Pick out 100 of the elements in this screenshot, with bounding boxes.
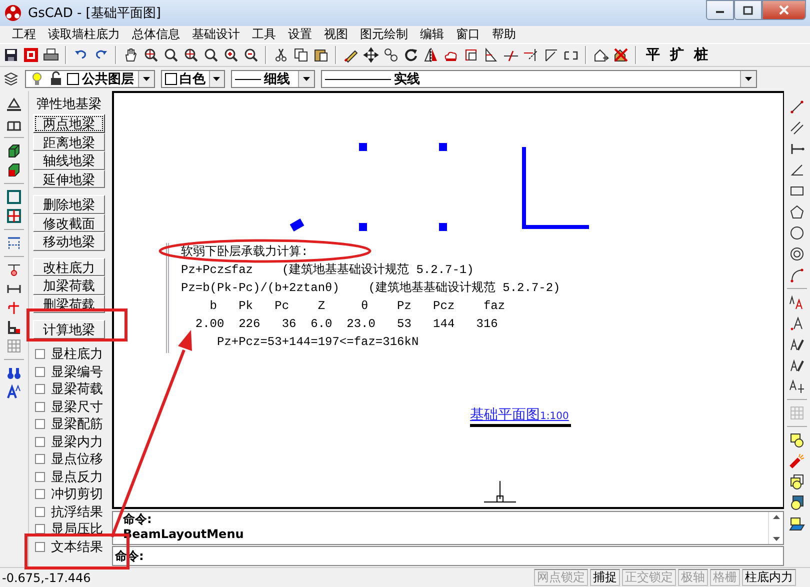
minimize-button[interactable] (706, 0, 734, 20)
checkbox[interactable] (35, 419, 45, 430)
letter-move-icon[interactable] (789, 378, 805, 394)
color-dropdown[interactable]: 白色 (161, 70, 225, 88)
zoom-window-icon[interactable] (143, 47, 159, 63)
checkbox[interactable] (35, 402, 45, 412)
checkbox[interactable] (35, 436, 45, 447)
beam-command-button[interactable]: 两点地梁 (33, 114, 105, 132)
status-toggle[interactable]: 捕捉 (590, 569, 620, 586)
checkbox[interactable] (35, 506, 45, 517)
zoom-out-icon[interactable] (243, 47, 259, 63)
node-circles-icon[interactable] (383, 47, 399, 63)
toolbar-button[interactable]: 桩 (691, 46, 711, 64)
dynamite-icon[interactable] (789, 453, 805, 469)
pentagon-icon[interactable] (789, 204, 805, 220)
column-base-icon[interactable] (6, 97, 22, 113)
beam-block-icon[interactable] (6, 162, 22, 178)
beam-command-button[interactable]: 距离地梁 (33, 132, 105, 151)
step-shape-icon[interactable] (6, 319, 22, 335)
menu-item[interactable]: 编辑 (414, 26, 450, 43)
checkbox[interactable] (35, 472, 45, 482)
window-circle-icon[interactable] (789, 432, 805, 448)
rotate-icon[interactable] (403, 47, 419, 63)
line-extend-icon[interactable] (523, 47, 539, 63)
clipboard-icon[interactable] (313, 47, 329, 63)
letter-size-icon[interactable] (789, 294, 805, 310)
square-icon[interactable] (463, 47, 479, 63)
beam-command-button[interactable]: 加梁荷载 (33, 276, 105, 294)
app-window-icon[interactable] (23, 47, 39, 63)
checkbox[interactable] (35, 542, 45, 552)
beam-command-button[interactable]: 轴线地梁 (33, 151, 105, 170)
folder-circle-icon[interactable] (789, 516, 805, 532)
line-type-dropdown[interactable]: 实线 (321, 70, 757, 88)
letter-pencil-icon[interactable] (789, 357, 805, 373)
menu-item[interactable]: 图元绘制 (354, 26, 414, 43)
checkbox[interactable] (35, 454, 45, 464)
move-icon[interactable] (363, 47, 379, 63)
menu-item[interactable]: 工程 (6, 26, 42, 43)
angle-icon[interactable] (789, 162, 805, 178)
copy-icon[interactable] (293, 47, 309, 63)
perpendicular-icon[interactable] (789, 141, 805, 157)
parallel-lines-icon[interactable] (789, 120, 805, 136)
toolbar-button[interactable]: 扩 (667, 46, 687, 64)
maximize-button[interactable] (734, 0, 762, 20)
zoom-window-icon[interactable] (183, 47, 199, 63)
triangle-icon[interactable] (483, 47, 499, 63)
dimension-pin-icon[interactable] (6, 262, 22, 278)
beam-command-button[interactable]: 计算地梁 (33, 320, 105, 338)
menu-item[interactable]: 总体信息 (126, 26, 186, 43)
scroll-up-arrow-icon[interactable] (772, 515, 780, 519)
maximize-icon[interactable] (743, 6, 753, 14)
printer-icon[interactable] (43, 47, 59, 63)
document-circle-icon[interactable] (789, 474, 805, 490)
menu-item[interactable]: 工具 (246, 26, 282, 43)
letter-pencil-icon[interactable] (789, 336, 805, 352)
menu-item[interactable]: 读取墙柱底力 (42, 26, 126, 43)
beam-block-icon[interactable] (6, 143, 22, 159)
concentric-circles-icon[interactable] (789, 246, 805, 262)
scroll-down-arrow-icon[interactable] (772, 537, 780, 541)
checkbox[interactable] (35, 489, 45, 500)
dashed-lines-icon[interactable] (6, 235, 22, 251)
house-arrow-icon[interactable] (593, 47, 609, 63)
scissors-icon[interactable] (273, 47, 289, 63)
menu-item[interactable]: 窗口 (450, 26, 486, 43)
magnifier-icon[interactable] (203, 47, 219, 63)
zoom-in-icon[interactable] (223, 47, 239, 63)
toolbar-button[interactable]: 平 (643, 46, 663, 64)
checkbox[interactable] (35, 349, 45, 360)
close-button[interactable] (762, 0, 806, 20)
letter-insert-icon[interactable] (789, 315, 805, 331)
scrollbar[interactable] (768, 512, 783, 544)
rectangle-icon[interactable] (6, 189, 22, 205)
cross-mark-icon[interactable] (6, 300, 22, 316)
disk-circle-icon[interactable] (789, 495, 805, 511)
arc-icon[interactable] (789, 267, 805, 283)
layers-icon[interactable] (3, 71, 19, 87)
split-rectangle-icon[interactable] (6, 208, 22, 224)
beam-command-button[interactable]: 修改截面 (33, 214, 105, 232)
circle-icon[interactable] (789, 225, 805, 241)
corner-icon[interactable] (543, 47, 559, 63)
menu-item[interactable]: 基础设计 (186, 26, 246, 43)
beam-command-button[interactable]: 移动地梁 (33, 232, 105, 250)
layer-dropdown[interactable]: 公共图层 (25, 70, 155, 88)
beam-command-button[interactable]: 延伸地梁 (33, 170, 105, 188)
mirror-icon[interactable] (423, 47, 439, 63)
binoculars-icon[interactable] (6, 365, 22, 381)
padlock-icon[interactable] (48, 71, 64, 87)
menu-item[interactable]: 帮助 (486, 26, 522, 43)
letter-style-icon[interactable] (6, 384, 22, 400)
menu-item[interactable]: 视图 (318, 26, 354, 43)
status-toggle[interactable]: 柱底内力 (742, 569, 796, 586)
checkbox[interactable] (35, 524, 45, 534)
hand-icon[interactable] (123, 47, 139, 63)
beam-command-button[interactable]: 改柱底力 (33, 258, 105, 276)
beam-command-button[interactable]: 删除地梁 (33, 195, 105, 214)
magnifier-icon[interactable] (163, 47, 179, 63)
line-weight-dropdown[interactable]: 细线 (231, 70, 315, 88)
checkbox[interactable] (35, 384, 45, 394)
checkbox[interactable] (35, 366, 45, 377)
menu-item[interactable]: 设置 (282, 26, 318, 43)
